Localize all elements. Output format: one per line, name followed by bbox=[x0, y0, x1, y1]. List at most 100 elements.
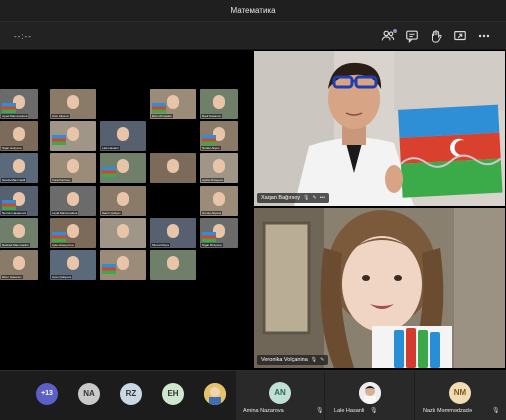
thumbnail-caption: Rauf Hasanov bbox=[201, 114, 223, 118]
student-face bbox=[117, 192, 129, 206]
mic-icon: 🎙 bbox=[492, 408, 500, 414]
participants-indicator bbox=[393, 29, 397, 33]
more-icon[interactable] bbox=[476, 28, 492, 44]
gallery-thumbnail: Aysel Mammadova bbox=[0, 89, 38, 119]
mic-icon: 🎙 bbox=[310, 357, 318, 363]
student-face bbox=[167, 224, 179, 238]
participant-name: Xaqan Bağırsoy bbox=[261, 195, 301, 201]
thumbnail-caption: Nigar Guliyeva bbox=[1, 146, 23, 150]
gallery-thumbnail: Aydan Rzayeva bbox=[200, 153, 238, 183]
thumbnail-caption: Leyla Mammadova bbox=[51, 211, 79, 215]
flag-drawing bbox=[52, 232, 66, 242]
thumbnail-caption: Aysu Quliyeva bbox=[51, 275, 73, 279]
gallery-thumbnail: Tural Karimov bbox=[50, 153, 96, 183]
student-face bbox=[213, 192, 225, 206]
shared-gallery: Aysel Mammadova Arzu Aliyeva Elvin Ahmadov… bbox=[0, 89, 250, 284]
thumbnail-caption: Ayla Huseynova bbox=[51, 243, 75, 247]
flag-drawing bbox=[102, 264, 116, 274]
thumbnail-caption: Nurlan Aliyev bbox=[201, 146, 221, 150]
gallery-thumbnail bbox=[150, 153, 196, 183]
participant-avatar[interactable]: NA bbox=[78, 383, 100, 405]
student-face bbox=[13, 256, 25, 270]
student-face bbox=[67, 224, 79, 238]
meeting-title: Математика bbox=[230, 6, 276, 15]
gallery-thumbnail bbox=[100, 153, 146, 183]
thumbnail-caption: Lala Hasanli bbox=[101, 146, 120, 150]
student-face bbox=[67, 256, 79, 270]
video-tile[interactable]: Veronika Volçanina 🎙 ✎ bbox=[254, 208, 505, 368]
gallery-thumbnail: Samir Quliyev bbox=[100, 186, 146, 216]
thumbnail-caption: Nermin Hasanova bbox=[1, 211, 28, 215]
participant-video bbox=[254, 208, 505, 368]
student-face bbox=[117, 159, 129, 173]
student-face bbox=[67, 192, 79, 206]
participant-avatar[interactable]: NM bbox=[449, 382, 471, 404]
gallery-thumbnail bbox=[50, 121, 96, 151]
thumbnail-caption: Rashad Mammadov bbox=[1, 243, 30, 247]
gallery-thumbnail: Arzu Aliyeva bbox=[50, 89, 96, 119]
gallery-thumbnail bbox=[100, 250, 146, 280]
participant-name: Amina Nazarova bbox=[243, 408, 284, 414]
participant-avatar[interactable]: RZ bbox=[120, 383, 142, 405]
call-timer: --:-- bbox=[14, 32, 32, 41]
thumbnail-caption: Elvin Ahmadov bbox=[151, 114, 173, 118]
gallery-thumbnail bbox=[100, 218, 146, 248]
gallery-thumbnail: Nigar Guliyeva bbox=[0, 121, 38, 151]
divider bbox=[324, 371, 325, 420]
flag-drawing bbox=[102, 167, 116, 177]
flag-drawing bbox=[52, 135, 66, 145]
pin-icon: ✎ bbox=[312, 195, 317, 201]
participant-avatar[interactable]: AN bbox=[269, 382, 291, 404]
meeting-toolbar: --:-- bbox=[0, 22, 506, 50]
divider bbox=[414, 371, 415, 420]
named-participants: AN Amina Nazarova 🎙 Lale Hasanli 🎙 NM Na… bbox=[236, 371, 506, 420]
overflow-participants-button[interactable]: +13 bbox=[36, 383, 58, 405]
hand-icon[interactable] bbox=[428, 28, 444, 44]
mic-icon: 🎙 bbox=[316, 408, 324, 414]
thumbnail-caption: Murad Aliyev bbox=[151, 243, 171, 247]
participant-name: Veronika Volçanina bbox=[261, 357, 308, 363]
student-face bbox=[167, 159, 179, 173]
share-icon[interactable] bbox=[452, 28, 468, 44]
gallery-thumbnail bbox=[150, 250, 196, 280]
participant-name-tag: Veronika Volçanina 🎙 ✎ bbox=[257, 355, 329, 365]
thumbnail-caption: Nigar Rzayeva bbox=[201, 243, 223, 247]
gallery-thumbnail: Lala Hasanli bbox=[100, 121, 146, 151]
student-face bbox=[117, 224, 129, 238]
participant-avatar[interactable]: EH bbox=[162, 383, 184, 405]
flag-drawing bbox=[2, 103, 16, 113]
gallery-thumbnail: Elvin Ahmadov bbox=[150, 89, 196, 119]
student-face bbox=[67, 159, 79, 173]
video-tile[interactable]: Xaqan Bağırsoy 🎙 ✎ ••• bbox=[254, 51, 505, 206]
thumbnail-caption: Aydan Rzayeva bbox=[201, 178, 224, 182]
gallery-thumbnail: Nigar Rzayeva bbox=[200, 218, 238, 248]
gallery-thumbnail: Elnur Hasanov bbox=[0, 250, 38, 280]
mic-icon: 🎙 bbox=[370, 408, 378, 414]
thumbnail-caption: Gunay Aliyeva bbox=[201, 211, 223, 215]
student-face bbox=[213, 159, 225, 173]
participant-avatar-photo[interactable] bbox=[204, 383, 226, 405]
student-face bbox=[213, 95, 225, 109]
gallery-thumbnail: Rauf Hasanov bbox=[200, 89, 238, 119]
gallery-thumbnail: Rashad Mammadov bbox=[0, 218, 38, 248]
participant-name: Lale Hasanli bbox=[334, 408, 365, 414]
pin-icon: ✎ bbox=[320, 357, 325, 363]
participant-avatar-photo[interactable] bbox=[359, 382, 381, 404]
participant-name-tag: Xaqan Bağırsoy 🎙 ✎ ••• bbox=[257, 193, 329, 203]
student-face bbox=[67, 95, 79, 109]
gallery-thumbnail: Nermin Hasanova bbox=[0, 186, 38, 216]
chat-icon[interactable] bbox=[404, 28, 420, 44]
student-face bbox=[167, 95, 179, 109]
gallery-thumbnail: Ayla Huseynova bbox=[50, 218, 96, 248]
student-face bbox=[117, 256, 129, 270]
participant-name: Nazlı Məmmədzadə bbox=[423, 408, 472, 414]
gallery-thumbnail: Aysu Quliyeva bbox=[50, 250, 96, 280]
thumbnail-caption: Aysel Mammadova bbox=[1, 114, 29, 118]
flag-drawing bbox=[202, 232, 216, 242]
gallery-thumbnail: Sevda Mammadli bbox=[0, 153, 38, 183]
more-icon[interactable]: ••• bbox=[320, 193, 325, 203]
student-face bbox=[67, 127, 79, 141]
student-face bbox=[167, 256, 179, 270]
student-face bbox=[13, 224, 25, 238]
gallery-thumbnail: Leyla Mammadova bbox=[50, 186, 96, 216]
